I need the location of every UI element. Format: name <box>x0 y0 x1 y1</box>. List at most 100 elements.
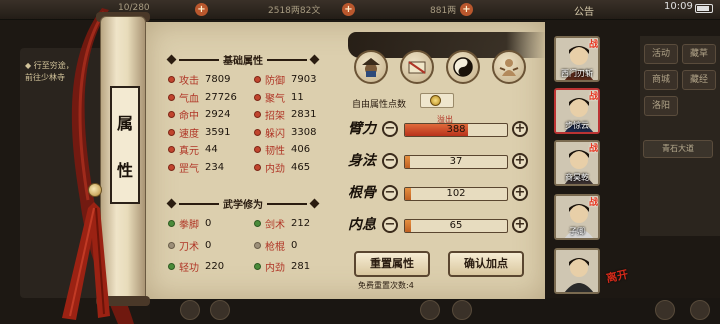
stat-value: 44 <box>205 144 218 156</box>
stat-label: 韧性 <box>265 146 285 158</box>
stat-label: 内劲 <box>265 263 285 274</box>
allocation-value: 388 <box>446 124 466 135</box>
stat-9: 韧性 406 <box>254 142 310 157</box>
add-gold-button[interactable]: + <box>195 3 208 16</box>
grass-button[interactable]: 藏草 <box>682 44 716 64</box>
free-points-box <box>420 93 454 108</box>
stat-bullet-icon <box>254 220 261 227</box>
diamond-icon <box>166 54 177 65</box>
stat-label: 防御 <box>265 76 285 87</box>
allocation-bar: 102 <box>404 187 508 201</box>
bottom-icon-6[interactable] <box>690 300 710 320</box>
diamond-icon <box>309 198 320 209</box>
battery-icon <box>695 4 713 13</box>
leave-button[interactable]: 离开 <box>605 266 630 286</box>
shop-button[interactable]: 商城 <box>644 70 678 90</box>
stat-label: 真元 <box>179 146 199 158</box>
scroll-title-char-2: 性 <box>116 160 133 180</box>
free-points-label: 自由属性点数 <box>352 100 407 110</box>
stat-bullet-icon <box>254 93 261 101</box>
allocation-row: 臂力 − 388 + <box>348 118 538 142</box>
add-silver-button[interactable]: + <box>342 3 355 16</box>
stat-label: 聚气 <box>265 93 285 105</box>
scroll-title-char-1: 属 <box>116 113 133 133</box>
allocation-value: 102 <box>446 188 466 199</box>
stat-value: 3591 <box>205 126 231 138</box>
increase-button[interactable]: + <box>512 121 528 137</box>
add-currency3-button[interactable]: + <box>460 3 473 16</box>
in-battle-badge: 战 <box>589 40 599 50</box>
stat-label: 躲闪 <box>265 128 285 140</box>
increase-button[interactable]: + <box>512 185 528 201</box>
stat-value: 7903 <box>291 74 317 85</box>
bottom-icon-2[interactable] <box>210 300 230 320</box>
stat-label: 招架 <box>265 111 285 123</box>
allocation-bar: 37 <box>404 155 508 169</box>
stat-value: 0 <box>291 239 298 251</box>
decrease-button[interactable]: − <box>382 185 398 201</box>
stat-value: 3308 <box>291 126 317 138</box>
stat-4: 命中 2924 <box>168 107 230 122</box>
allocation-bar: 388 <box>404 123 508 137</box>
stat-value: 11 <box>291 91 304 103</box>
stat-bullet-icon <box>168 76 175 83</box>
scroll-book-button[interactable] <box>400 50 434 84</box>
bottom-icon-4[interactable] <box>452 300 472 320</box>
stat-1: 剑术 212 <box>254 216 310 231</box>
bottom-icon-1[interactable] <box>180 300 200 320</box>
stat-0: 攻击 7809 <box>168 72 230 87</box>
stat-10: 罡气 234 <box>168 160 224 175</box>
stat-label: 气血 <box>179 93 199 105</box>
stat-6: 速度 3591 <box>168 125 230 140</box>
yinyang-button[interactable] <box>446 50 480 84</box>
clock: 10:09 <box>664 1 693 12</box>
decrease-button[interactable]: − <box>382 121 398 137</box>
decrease-button[interactable]: − <box>382 153 398 169</box>
tassel-icon <box>62 202 110 320</box>
stat-value: 212 <box>291 218 311 229</box>
stat-label: 罡气 <box>179 164 199 175</box>
allocation-value: 65 <box>449 220 463 231</box>
character-icon-button[interactable] <box>354 50 388 84</box>
stat-8: 真元 44 <box>168 142 218 157</box>
stat-value: 2831 <box>291 109 317 121</box>
in-battle-badge: 战 <box>589 144 599 154</box>
martial-attrs-title: 武学修为 <box>223 200 263 211</box>
bottom-icon-5[interactable] <box>655 300 675 320</box>
stat-7: 躲闪 3308 <box>254 125 316 140</box>
allocation-label: 臂力 <box>348 121 376 137</box>
activity-button[interactable]: 活动 <box>644 44 678 64</box>
decrease-button[interactable]: − <box>382 217 398 233</box>
stat-label: 轻功 <box>179 263 199 274</box>
stat-3: 聚气 11 <box>254 90 304 105</box>
muscle-figure-button[interactable] <box>492 50 526 84</box>
stat-4: 轻功 220 <box>168 259 224 274</box>
increase-button[interactable]: + <box>512 217 528 233</box>
heading-rule <box>267 58 307 61</box>
stat-value: 2924 <box>205 109 231 121</box>
announcement-button[interactable]: 公告 <box>574 3 594 18</box>
stat-value: 406 <box>291 144 311 156</box>
stat-value: 281 <box>291 261 311 272</box>
reset-attributes-button[interactable]: 重置属性 <box>354 251 430 277</box>
stat-bullet-icon <box>168 241 175 249</box>
scripture-button[interactable]: 藏经 <box>682 70 716 90</box>
stat-bullet-icon <box>168 164 175 171</box>
heading-rule <box>179 202 219 205</box>
stat-label: 刀术 <box>179 241 199 253</box>
bottom-icon-3[interactable] <box>420 300 440 320</box>
stat-bullet-icon <box>254 128 261 136</box>
city-button[interactable]: 洛阳 <box>644 96 678 116</box>
character-portrait[interactable] <box>554 248 600 294</box>
stat-bullet-icon <box>168 146 175 154</box>
basic-attrs-heading: 基础属性 <box>166 52 320 67</box>
stat-label: 拳脚 <box>179 220 199 231</box>
stat-11: 内劲 465 <box>254 160 310 175</box>
diamond-icon <box>166 198 177 209</box>
silver-counter: 2518两82文 <box>268 6 321 16</box>
confirm-points-button[interactable]: 确认加点 <box>448 251 524 277</box>
increase-button[interactable]: + <box>512 153 528 169</box>
stat-bullet-icon <box>168 128 175 136</box>
scroll-icon <box>408 61 426 74</box>
stat-2: 气血 27726 <box>168 90 237 105</box>
